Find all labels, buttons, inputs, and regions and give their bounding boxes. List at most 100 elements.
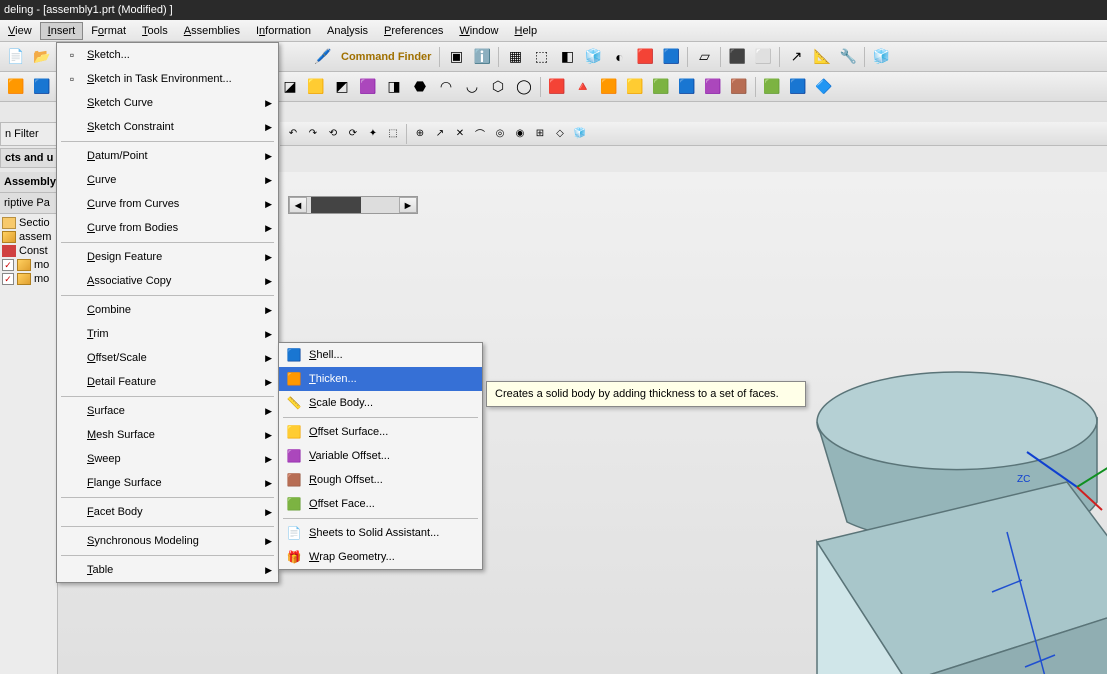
checkbox-icon[interactable]: ✓ xyxy=(2,273,14,285)
submenu-item-wrap-geometry[interactable]: 🎁Wrap Geometry... xyxy=(279,545,482,569)
menu-item-curve-from-curves[interactable]: Curve from Curves▶ xyxy=(57,192,278,216)
scroll-right-arrow[interactable]: ► xyxy=(399,197,417,213)
menu-item-sketch-in-task-environment[interactable]: ▫Sketch in Task Environment... xyxy=(57,67,278,91)
toolbar-btn[interactable]: ✦ xyxy=(364,125,382,143)
toolbar-btn[interactable]: ◪ xyxy=(278,75,302,99)
toolbar-btn[interactable]: 🟪 xyxy=(356,75,380,99)
menu-item-sketch-curve[interactable]: Sketch Curve▶ xyxy=(57,91,278,115)
menu-item-facet-body[interactable]: Facet Body▶ xyxy=(57,500,278,524)
toolbar-btn[interactable]: 🟥 xyxy=(545,75,569,99)
menu-assemblies[interactable]: Assemblies xyxy=(176,22,248,40)
menu-item-surface[interactable]: Surface▶ xyxy=(57,399,278,423)
checkbox-icon[interactable]: ✓ xyxy=(2,259,14,271)
menu-window[interactable]: Window xyxy=(451,22,506,40)
toolbar-btn[interactable]: ◡ xyxy=(460,75,484,99)
menu-item-synchronous-modeling[interactable]: Synchronous Modeling▶ xyxy=(57,529,278,553)
scroll-thumb[interactable] xyxy=(311,197,361,213)
submenu-item-offset-face[interactable]: 🟩Offset Face... xyxy=(279,492,482,516)
menu-item-table[interactable]: Table▶ xyxy=(57,558,278,582)
assembly-tree[interactable]: Sectio assem Const ✓mo ✓mo xyxy=(0,214,57,288)
toolbar-btn[interactable]: 🟦 xyxy=(659,45,683,69)
toolbar-btn[interactable]: ⬛ xyxy=(725,45,749,69)
toolbar-btn[interactable]: ▣ xyxy=(444,45,468,69)
menu-item-offset-scale[interactable]: Offset/Scale▶ xyxy=(57,346,278,370)
menu-tools[interactable]: Tools xyxy=(134,22,176,40)
menu-format[interactable]: Format xyxy=(83,22,134,40)
tree-row[interactable]: assem xyxy=(2,230,55,244)
toolbar-btn[interactable]: ⬜ xyxy=(751,45,775,69)
toolbar-btn[interactable]: ◠ xyxy=(434,75,458,99)
menu-information[interactable]: Information xyxy=(248,22,319,40)
toolbar-btn[interactable]: 🟩 xyxy=(760,75,784,99)
menu-item-associative-copy[interactable]: Associative Copy▶ xyxy=(57,269,278,293)
tree-row[interactable]: Const xyxy=(2,244,55,258)
toolbar-btn[interactable]: ▱ xyxy=(692,45,716,69)
menu-item-sketch[interactable]: ▫Sketch... xyxy=(57,43,278,67)
submenu-item-offset-surface[interactable]: 🟨Offset Surface... xyxy=(279,420,482,444)
toolbar-btn[interactable]: ◨ xyxy=(382,75,406,99)
toolbar-btn[interactable]: ◧ xyxy=(555,45,579,69)
command-finder-icon[interactable]: 🖊️ xyxy=(311,45,335,69)
new-file-button[interactable]: 📄 xyxy=(4,45,28,69)
toolbar-btn[interactable]: 🟦 xyxy=(30,75,54,99)
menu-item-curve-from-bodies[interactable]: Curve from Bodies▶ xyxy=(57,216,278,240)
open-file-button[interactable]: 📂 xyxy=(30,45,54,69)
toolbar-btn[interactable]: 🟦 xyxy=(786,75,810,99)
toolbar-btn[interactable]: 🟦 xyxy=(675,75,699,99)
menu-item-datum-point[interactable]: Datum/Point▶ xyxy=(57,144,278,168)
toolbar-btn[interactable]: 🟧 xyxy=(597,75,621,99)
toolbar-btn[interactable]: ⬣ xyxy=(408,75,432,99)
toolbar-btn[interactable]: 🧊 xyxy=(869,45,893,69)
toolbar-btn[interactable]: ⟲ xyxy=(324,125,342,143)
menu-item-sketch-constraint[interactable]: Sketch Constraint▶ xyxy=(57,115,278,139)
toolbar-btn[interactable]: ▦ xyxy=(503,45,527,69)
submenu-item-scale-body[interactable]: 📏Scale Body... xyxy=(279,391,482,415)
menu-item-detail-feature[interactable]: Detail Feature▶ xyxy=(57,370,278,394)
toolbar-btn[interactable]: ◉ xyxy=(511,125,529,143)
menu-item-trim[interactable]: Trim▶ xyxy=(57,322,278,346)
submenu-item-thicken[interactable]: 🟧Thicken... xyxy=(279,367,482,391)
toolbar-btn[interactable]: 🟫 xyxy=(727,75,751,99)
toolbar-btn[interactable]: ⌒ xyxy=(471,125,489,143)
toolbar-btn[interactable]: ✕ xyxy=(451,125,469,143)
menu-item-sweep[interactable]: Sweep▶ xyxy=(57,447,278,471)
toolbar-btn[interactable]: ⊕ xyxy=(411,125,429,143)
info-button[interactable]: ℹ️ xyxy=(470,45,494,69)
toolbar-btn[interactable]: 🔺 xyxy=(571,75,595,99)
toolbar-btn[interactable]: ↷ xyxy=(304,125,322,143)
menu-item-mesh-surface[interactable]: Mesh Surface▶ xyxy=(57,423,278,447)
toolbar-btn[interactable]: 🟪 xyxy=(701,75,725,99)
toolbar-btn[interactable]: ⬡ xyxy=(486,75,510,99)
toolbar-btn[interactable]: ⟳ xyxy=(344,125,362,143)
menu-insert[interactable]: Insert xyxy=(40,22,84,40)
toolbar-btn[interactable]: 📐 xyxy=(810,45,834,69)
tree-row[interactable]: ✓mo xyxy=(2,258,55,272)
toolbar-btn[interactable]: ◐ xyxy=(607,45,631,69)
toolbar-btn[interactable]: 🔷 xyxy=(812,75,836,99)
command-finder-label[interactable]: Command Finder xyxy=(337,51,435,63)
toolbar-btn[interactable]: ◎ xyxy=(491,125,509,143)
toolbar-btn[interactable]: 🟩 xyxy=(649,75,673,99)
toolbar-btn[interactable]: ⬚ xyxy=(529,45,553,69)
toolbar-btn[interactable]: 🧊 xyxy=(581,45,605,69)
toolbar-btn[interactable]: ◇ xyxy=(551,125,569,143)
toolbar-btn[interactable]: 🟨 xyxy=(304,75,328,99)
toolbar-btn[interactable]: 🟥 xyxy=(633,45,657,69)
submenu-item-variable-offset[interactable]: 🟪Variable Offset... xyxy=(279,444,482,468)
toolbar-btn[interactable]: ◯ xyxy=(512,75,536,99)
toolbar-btn[interactable]: ⊞ xyxy=(531,125,549,143)
toolbar-btn[interactable]: ⬚ xyxy=(384,125,402,143)
toolbar-btn[interactable]: 🟨 xyxy=(623,75,647,99)
menu-item-flange-surface[interactable]: Flange Surface▶ xyxy=(57,471,278,495)
menu-item-curve[interactable]: Curve▶ xyxy=(57,168,278,192)
toolbar-btn[interactable]: 🔧 xyxy=(836,45,860,69)
toolbar-btn[interactable]: ◩ xyxy=(330,75,354,99)
menu-help[interactable]: Help xyxy=(506,22,545,40)
toolbar-btn[interactable]: 🟧 xyxy=(4,75,28,99)
submenu-item-shell[interactable]: 🟦Shell... xyxy=(279,343,482,367)
menu-analysis[interactable]: Analysis xyxy=(319,22,376,40)
menu-view[interactable]: View xyxy=(0,22,40,40)
horizontal-scrollbar[interactable]: ◄ ► xyxy=(288,196,418,214)
scroll-left-arrow[interactable]: ◄ xyxy=(289,197,307,213)
toolbar-btn[interactable]: ↗ xyxy=(784,45,808,69)
